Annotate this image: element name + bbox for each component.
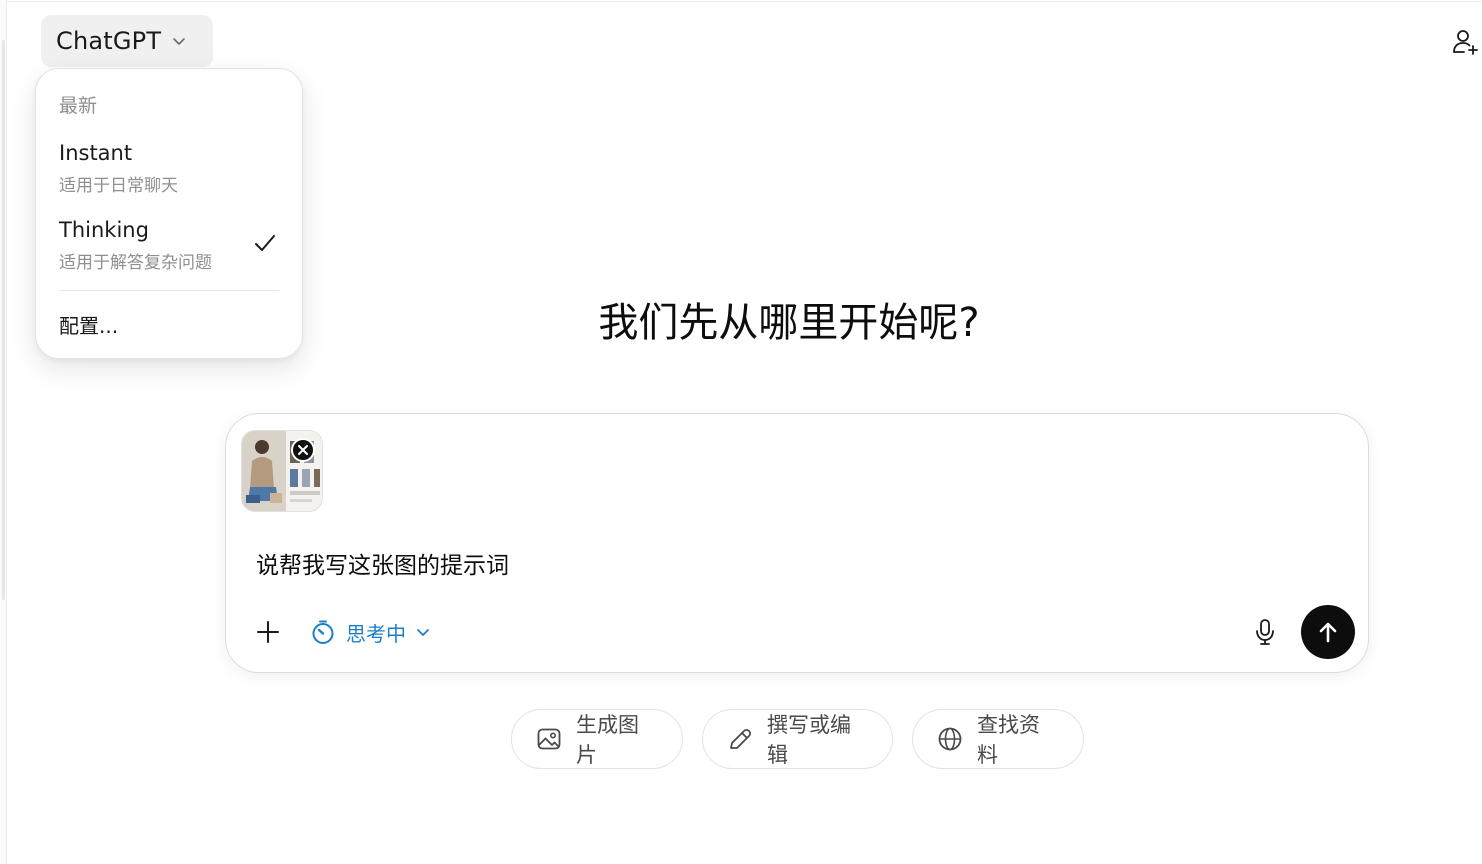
model-selector-button[interactable]: ChatGPT [41,15,213,67]
thinking-mode-label: 思考中 [346,621,406,646]
suggestion-write-edit[interactable]: 撰写或编辑 [702,709,893,769]
composer: 说帮我写这张图的提示词 思考中 [225,413,1369,673]
menu-option-instant[interactable]: Instant 适用于日常聊天 [48,135,290,201]
chip-label: 撰写或编辑 [767,713,851,767]
timer-icon [310,619,336,645]
option-title: Instant [59,141,133,165]
chevron-down-icon [415,624,431,640]
suggestion-generate-image[interactable]: 生成图片 [511,709,683,769]
chat-page: ChatGPT 最新 Instant 适用于日常聊天 Thinking 适用于解… [0,0,1482,864]
globe-icon [937,726,963,752]
suggestion-search[interactable]: 查找资料 [912,709,1084,769]
add-user-icon[interactable] [1450,26,1482,58]
prompt-input[interactable]: 说帮我写这张图的提示词 [256,546,509,580]
image-icon [536,726,562,752]
send-button[interactable] [1301,605,1355,659]
page-headline: 我们先从哪里开始呢? [598,300,980,346]
suggestion-chips: 生成图片 撰写或编辑 查找资料 [511,709,1084,769]
chip-label: 查找资料 [977,713,1040,767]
microphone-icon[interactable] [1250,617,1280,647]
menu-section-label: 最新 [59,95,98,117]
option-subtitle: 适用于日常聊天 [59,176,178,196]
close-icon[interactable] [291,438,315,462]
option-title: Thinking [59,218,149,242]
checkmark-icon [252,230,278,256]
plus-icon[interactable] [251,615,285,649]
menu-option-thinking[interactable]: Thinking 适用于解答复杂问题 [48,212,290,278]
chevron-down-icon [171,33,187,49]
chip-label: 生成图片 [576,713,639,767]
arrow-up-icon [1316,620,1340,644]
top-edge [7,0,1482,2]
model-name: ChatGPT [56,27,162,55]
option-subtitle: 适用于解答复杂问题 [59,253,212,273]
pencil-icon [727,726,753,752]
sidebar-edge[interactable] [0,0,7,864]
thinking-mode-button[interactable]: 思考中 [304,613,437,651]
